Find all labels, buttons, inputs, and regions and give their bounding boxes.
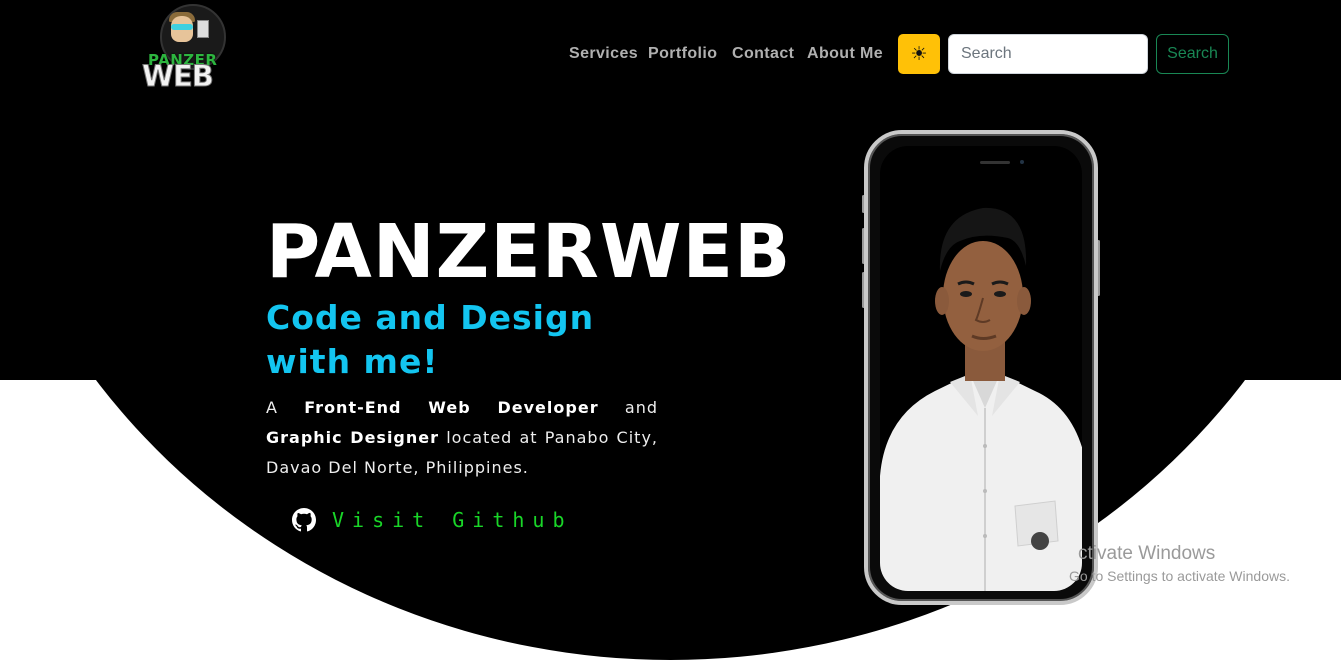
github-icon bbox=[292, 508, 316, 532]
hero-description: A Front-End Web Developer and Graphic De… bbox=[266, 393, 658, 483]
logo-avatar-glasses bbox=[171, 24, 193, 30]
theme-toggle-button[interactable]: ☀ bbox=[898, 34, 940, 74]
phone-speaker bbox=[980, 161, 1010, 164]
nav-link-services[interactable]: Services bbox=[569, 45, 638, 63]
phone-screen bbox=[880, 146, 1082, 591]
desc-role-developer: Front-End Web Developer bbox=[304, 398, 599, 417]
search-button[interactable]: Search bbox=[1156, 34, 1229, 74]
activation-watermark-title: ctivate Windows bbox=[1078, 543, 1216, 564]
phone-camera bbox=[1020, 160, 1024, 164]
profile-photo bbox=[880, 207, 1082, 591]
hero-tagline: Code and Design with me! bbox=[266, 298, 595, 381]
brand-logo[interactable]: PANZER WEB bbox=[140, 4, 246, 92]
hero-title: PANZERWEB bbox=[266, 209, 792, 295]
visit-github-link[interactable]: Visit Github bbox=[292, 508, 573, 532]
desc-and: and bbox=[598, 398, 658, 417]
nav-link-portfolio[interactable]: Portfolio bbox=[648, 45, 717, 63]
github-label: Visit Github bbox=[332, 508, 573, 532]
nav-link-about-me[interactable]: About Me bbox=[807, 45, 883, 63]
desc-prefix: A bbox=[266, 398, 305, 417]
nav-link-contact[interactable]: Contact bbox=[732, 45, 794, 63]
search-input[interactable] bbox=[948, 34, 1148, 74]
logo-monitor-icon bbox=[197, 20, 209, 38]
phone-mockup bbox=[864, 130, 1098, 605]
desc-role-designer: Graphic Designer bbox=[266, 428, 440, 447]
logo-text-web: WEB bbox=[142, 59, 215, 93]
sun-icon: ☀ bbox=[910, 44, 928, 65]
activation-watermark-subtitle: Go to Settings to activate Windows. bbox=[1069, 568, 1290, 584]
